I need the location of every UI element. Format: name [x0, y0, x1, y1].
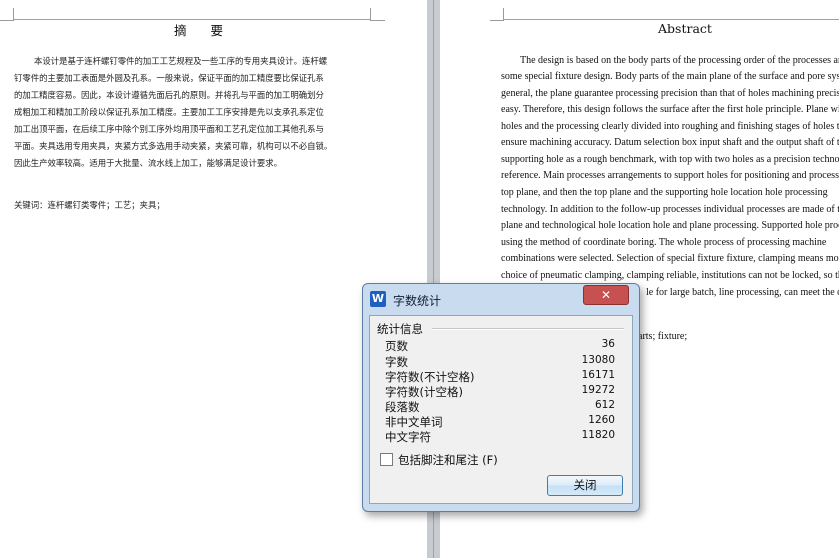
english-abstract-title: Abstract: [658, 21, 712, 36]
close-icon[interactable]: ✕: [583, 285, 629, 305]
stat-value: 11820: [581, 429, 615, 441]
english-body-line: holes and the processing clearly divided…: [501, 121, 839, 132]
stat-label: 页数: [385, 339, 408, 353]
chinese-body-line: 成粗加工和精加工阶段以保证孔系加工精度。主要加工工序安排是先以支承孔系定位: [14, 107, 324, 117]
chinese-keywords: 关键词：连杆螺钉类零件；工艺；夹具；: [14, 200, 165, 210]
wps-writer-icon: W: [370, 291, 386, 307]
english-body-line: The design is based on the body parts of…: [520, 55, 839, 66]
stat-value: 612: [594, 399, 615, 411]
stat-row-pages: 页数 36: [385, 338, 615, 353]
page-corner-mark: [370, 8, 385, 21]
english-body-line: supporting hole as a rough benchmark, wi…: [501, 154, 839, 165]
stat-label: 字符数(不计空格): [385, 370, 475, 384]
english-body-line: easy. Therefore, this design follows the…: [501, 104, 839, 115]
chinese-body-line: 加工出顶平面，在后续工序中除个别工序外均用顶平面和工艺孔定位加工其他孔系与: [14, 124, 324, 134]
page-corner-mark: [0, 8, 14, 21]
stat-row-non-chinese-words: 非中文单词 1260: [385, 414, 615, 429]
english-body-line: technology. In addition to the follow-up…: [501, 204, 839, 215]
stat-label: 中文字符: [385, 430, 431, 444]
stat-row-words: 字数 13080: [385, 354, 615, 369]
dialog-titlebar[interactable]: W 字数统计 ✕: [363, 284, 639, 314]
english-keywords-fragment: arts; fixture;: [638, 331, 688, 342]
header-rule: [504, 19, 839, 20]
include-footnotes-label[interactable]: 包括脚注和尾注 (F): [398, 452, 498, 468]
stat-value: 13080: [581, 354, 615, 366]
english-body-line: some special fixture design. Body parts …: [501, 71, 839, 82]
dialog-body: 统计信息 页数 36 字数 13080 字符数(不计空格) 16171 字符数(…: [369, 315, 633, 504]
include-footnotes-checkbox[interactable]: [380, 453, 393, 466]
stat-value: 16171: [581, 369, 615, 381]
stat-row-chars-with-spaces: 字符数(计空格) 19272: [385, 384, 615, 399]
chinese-body-line: 的加工精度容易。因此，本设计遵循先面后孔的原则。并将孔与平面的加工明确划分: [14, 90, 324, 100]
english-body-line: general, the plane guarantee processing …: [501, 88, 839, 99]
english-body-line: combinations were selected. Selection of…: [501, 253, 839, 264]
stat-label: 字数: [385, 355, 408, 369]
english-body-line: reference. Main processes arrangements t…: [501, 170, 839, 181]
chinese-body-line: 因此生产效率较高。适用于大批量、流水线上加工，能够满足设计要求。: [14, 158, 282, 168]
close-button[interactable]: 关闭: [547, 475, 623, 496]
chinese-body-line: 钉零件的主要加工表面是外圆及孔系。一般来说，保证平面的加工精度要比保证孔系: [14, 73, 324, 83]
stat-row-chinese-chars: 中文字符 11820: [385, 429, 615, 444]
statistics-group-title: 统计信息: [377, 322, 423, 336]
english-body-line: using the method of coordinate boring. T…: [501, 237, 827, 248]
english-body-line: le for large batch, line processing, can…: [646, 287, 839, 298]
stat-label: 段落数: [385, 400, 420, 414]
chinese-abstract-title: 摘 要: [174, 23, 233, 38]
stat-label: 非中文单词: [385, 415, 443, 429]
chinese-body-line: 本设计是基于连杆螺钉零件的加工工艺规程及一些工序的专用夹具设计。连杆螺: [34, 56, 328, 66]
stat-value: 36: [601, 338, 615, 350]
stat-value: 19272: [581, 384, 615, 396]
include-footnotes-option[interactable]: 包括脚注和尾注 (F): [380, 452, 580, 468]
stat-row-paragraphs: 段落数 612: [385, 399, 615, 414]
english-body-line: choice of pneumatic clamping, clamping r…: [501, 270, 839, 281]
stat-row-chars-no-spaces: 字符数(不计空格) 16171: [385, 369, 615, 384]
stat-value: 1260: [588, 414, 615, 426]
english-body-line: plane and technological hole location ho…: [501, 220, 839, 231]
word-count-dialog: W 字数统计 ✕ 统计信息 页数 36 字数 13080 字符数(不计空格) 1…: [362, 283, 640, 512]
stat-label: 字符数(计空格): [385, 385, 463, 399]
chinese-body-line: 平面。夹具选用专用夹具，夹紧方式多选用手动夹紧，夹紧可靠，机构可以不必自锁。: [14, 141, 333, 151]
english-body-line: top plane, and then the top plane and th…: [501, 187, 828, 198]
english-body-line: ensure machining accuracy. Datum selecti…: [501, 137, 839, 148]
page-corner-mark: [490, 8, 504, 21]
dialog-title: 字数统计: [393, 294, 442, 308]
group-divider: [432, 328, 624, 330]
